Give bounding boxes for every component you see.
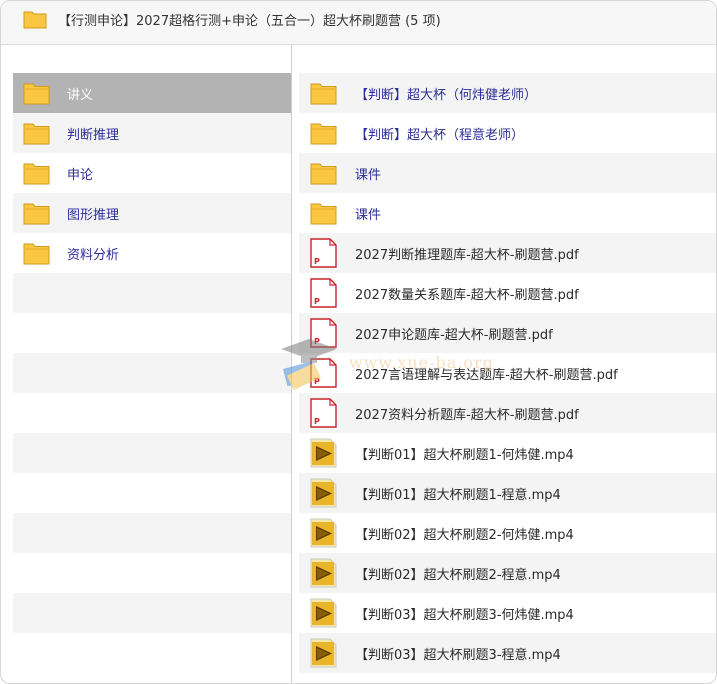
folder-icon [310,81,337,105]
svg-text:P: P [314,417,320,426]
folder-icon [310,121,337,145]
video-file-icon [310,558,337,588]
folder-icon [23,9,47,29]
window-title: 【行测申论】2027超格行测+申论（五合一）超大杯刷题营 (5 项) [58,14,441,29]
sidebar: 讲义判断推理申论图形推理资料分析 [13,73,291,673]
file-item[interactable]: 【判断03】超大杯刷题3-程意.mp4 [299,633,716,673]
video-file-icon [310,638,337,668]
folder-icon [23,201,50,225]
folder-icon [23,241,50,265]
folder-icon [310,161,337,185]
empty-row [13,353,291,393]
folder-item[interactable]: 课件 [299,153,716,193]
folder-item[interactable]: 【判断】超大杯（程意老师） [299,113,716,153]
file-item-label: 【判断02】超大杯刷题2-程意.mp4 [355,568,561,583]
file-item-label: 【判断01】超大杯刷题1-程意.mp4 [355,488,561,503]
sidebar-item[interactable]: 图形推理 [13,193,291,233]
folder-item[interactable]: 课件 [299,193,716,233]
file-item-label: 【判断01】超大杯刷题1-何炜健.mp4 [355,448,574,463]
file-item-label: 2027资料分析题库-超大杯-刷题营.pdf [355,408,579,423]
sidebar-item[interactable]: 讲义 [13,73,291,113]
file-item-label: 课件 [355,168,382,183]
empty-row [13,313,291,353]
empty-row [13,473,291,513]
pdf-file-icon: P [310,318,337,348]
file-item-label: 【判断03】超大杯刷题3-程意.mp4 [355,648,561,663]
pane-divider[interactable] [291,45,292,683]
video-file-icon [310,438,337,468]
file-item[interactable]: 【判断02】超大杯刷题2-程意.mp4 [299,553,716,593]
file-item-label: 2027申论题库-超大杯-刷题营.pdf [355,328,553,343]
sidebar-item-label: 资料分析 [67,248,120,263]
file-item[interactable]: 【判断01】超大杯刷题1-程意.mp4 [299,473,716,513]
empty-row [13,393,291,433]
file-item-label: 2027判断推理题库-超大杯-刷题营.pdf [355,248,579,263]
file-item[interactable]: 【判断02】超大杯刷题2-何炜健.mp4 [299,513,716,553]
folder-icon [23,81,50,105]
empty-row [13,273,291,313]
sidebar-item-label: 申论 [67,168,94,183]
folder-icon [310,201,337,225]
empty-row [13,433,291,473]
svg-text:P: P [314,257,320,266]
file-item-label: 【判断】超大杯（程意老师） [355,128,525,143]
file-item[interactable]: P 2027判断推理题库-超大杯-刷题营.pdf [299,233,716,273]
file-item-label: 2027言语理解与表达题库-超大杯-刷题营.pdf [355,368,618,383]
folder-item[interactable]: 【判断】超大杯（何炜健老师） [299,73,716,113]
empty-row [13,633,291,673]
pdf-file-icon: P [310,238,337,268]
file-item-label: 【判断02】超大杯刷题2-何炜健.mp4 [355,528,574,543]
empty-row [13,553,291,593]
file-item-label: 【判断03】超大杯刷题3-何炜健.mp4 [355,608,574,623]
sidebar-item[interactable]: 申论 [13,153,291,193]
file-item[interactable]: 【判断01】超大杯刷题1-何炜健.mp4 [299,433,716,473]
sidebar-item[interactable]: 判断推理 [13,113,291,153]
title-bar: 【行测申论】2027超格行测+申论（五合一）超大杯刷题营 (5 项) [1,1,716,45]
sidebar-item-label: 讲义 [67,88,94,103]
pdf-file-icon: P [310,278,337,308]
file-item-label: 2027数量关系题库-超大杯-刷题营.pdf [355,288,579,303]
file-item[interactable]: P 2027言语理解与表达题库-超大杯-刷题营.pdf [299,353,716,393]
svg-text:P: P [314,377,320,386]
file-browser-window: 【行测申论】2027超格行测+申论（五合一）超大杯刷题营 (5 项) 讲义判断推… [0,0,717,684]
folder-icon [23,161,50,185]
folder-icon [23,121,50,145]
file-item-label: 课件 [355,208,382,223]
pdf-file-icon: P [310,398,337,428]
sidebar-item-label: 判断推理 [67,128,120,143]
file-item[interactable]: 【判断03】超大杯刷题3-何炜健.mp4 [299,593,716,633]
file-item[interactable]: P 2027申论题库-超大杯-刷题营.pdf [299,313,716,353]
pdf-file-icon: P [310,358,337,388]
file-item[interactable]: P 2027数量关系题库-超大杯-刷题营.pdf [299,273,716,313]
file-item[interactable]: P 2027资料分析题库-超大杯-刷题营.pdf [299,393,716,433]
video-file-icon [310,518,337,548]
svg-text:P: P [314,297,320,306]
svg-text:P: P [314,337,320,346]
sidebar-item-label: 图形推理 [67,208,120,223]
video-file-icon [310,478,337,508]
empty-row [13,513,291,553]
empty-row [13,593,291,633]
file-item-label: 【判断】超大杯（何炜健老师） [355,88,538,103]
file-list: 【判断】超大杯（何炜健老师） 【判断】超大杯（程意老师） 课件 课件 P 2027判断推理… [299,73,716,673]
video-file-icon [310,598,337,628]
sidebar-item[interactable]: 资料分析 [13,233,291,273]
